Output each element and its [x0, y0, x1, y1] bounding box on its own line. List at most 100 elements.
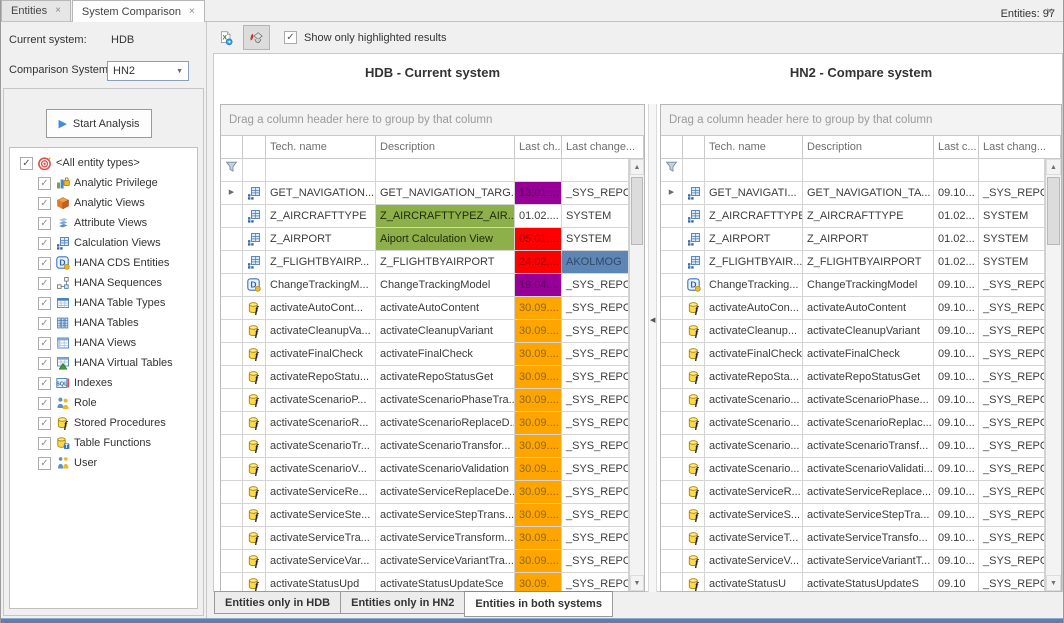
tree-item-attribute-views[interactable]: ✓Attribute Views: [10, 213, 197, 233]
table-row[interactable]: factivateCleanup...activateCleanupVarian…: [661, 320, 1061, 343]
tree-item-analytic-views[interactable]: ✓Analytic Views: [10, 193, 197, 213]
table-row[interactable]: factivateServiceR...activateServiceRepla…: [661, 481, 1061, 504]
column-header[interactable]: Tech. name: [705, 136, 803, 159]
column-header[interactable]: Last change...: [562, 136, 644, 159]
result-tab-entities-in-both-systems[interactable]: Entities in both systems: [464, 591, 613, 617]
checkbox[interactable]: ✓: [38, 457, 51, 470]
checkbox[interactable]: ✓: [38, 297, 51, 310]
table-row[interactable]: Z_FLIGHTBYAIRP...Z_FLIGHTBYAIRPORT24.02.…: [221, 251, 644, 274]
filter-cell[interactable]: [934, 159, 979, 182]
tree-item-hana-table-types[interactable]: ✓HANA Table Types: [10, 293, 197, 313]
checkbox[interactable]: ✓: [38, 217, 51, 230]
show-only-highlighted-checkbox[interactable]: ✓: [284, 31, 297, 44]
start-analysis-button[interactable]: ▶ Start Analysis: [46, 109, 152, 138]
expand-row-icon[interactable]: ▶: [661, 182, 683, 205]
document-tab-system-comparison[interactable]: System Comparison×: [72, 0, 205, 22]
table-row[interactable]: factivateScenarioR...activateScenarioRep…: [221, 412, 644, 435]
filter-cell[interactable]: [979, 159, 1045, 182]
table-row[interactable]: factivateServiceTra...activateServiceTra…: [221, 527, 644, 550]
checkbox[interactable]: ✓: [38, 337, 51, 350]
tree-item-user[interactable]: ✓User: [10, 453, 197, 473]
table-row[interactable]: factivateScenarioV...activateScenarioVal…: [221, 458, 644, 481]
panel-splitter[interactable]: ◀: [648, 104, 657, 592]
table-row[interactable]: ▶GET_NAVIGATI...GET_NAVIGATION_TA...09.1…: [661, 182, 1061, 205]
checkbox[interactable]: ✓: [38, 417, 51, 430]
checkbox[interactable]: ✓: [38, 397, 51, 410]
scrollbar-thumb[interactable]: [1047, 177, 1060, 245]
table-row[interactable]: factivateScenarioTr...activateScenarioTr…: [221, 435, 644, 458]
table-row[interactable]: factivateServiceSte...activateServiceSte…: [221, 504, 644, 527]
table-row[interactable]: factivateScenarioP...activateScenarioPha…: [221, 389, 644, 412]
table-row[interactable]: factivateAutoCont...activateAutoContent3…: [221, 297, 644, 320]
filter-icon-cell[interactable]: [221, 159, 243, 182]
document-tab-entities[interactable]: Entities×: [1, 0, 71, 21]
tree-item-stored-procedures[interactable]: ✓fStored Procedures: [10, 413, 197, 433]
checkbox[interactable]: ✓: [38, 177, 51, 190]
filter-cell[interactable]: [376, 159, 515, 182]
tree-item-role[interactable]: ✓Role: [10, 393, 197, 413]
tree-item-hana-sequences[interactable]: ✓HANA Sequences: [10, 273, 197, 293]
column-header[interactable]: Last ch...: [515, 136, 562, 159]
tree-item-analytic-privilege[interactable]: ✓Analytic Privilege: [10, 173, 197, 193]
tree-item--all-entity-types-[interactable]: ✓<All entity types>: [10, 153, 197, 173]
table-row[interactable]: factivateScenario...activateScenarioRepl…: [661, 412, 1061, 435]
checkbox[interactable]: ✓: [38, 357, 51, 370]
table-row[interactable]: DChangeTracking...ChangeTrackingModel09.…: [661, 274, 1061, 297]
checkbox[interactable]: ✓: [38, 277, 51, 290]
result-tab-entities-only-in-hdb[interactable]: Entities only in HDB: [214, 591, 341, 614]
checkbox[interactable]: ✓: [38, 317, 51, 330]
table-row[interactable]: factivateScenario...activateScenarioPhas…: [661, 389, 1061, 412]
expand-row-icon[interactable]: ▶: [221, 182, 243, 205]
column-header[interactable]: Last chang...: [979, 136, 1061, 159]
vertical-scrollbar[interactable]: ▲▼: [1045, 159, 1061, 591]
table-row[interactable]: factivateServiceVar...activateServiceVar…: [221, 550, 644, 573]
tree-item-hana-views[interactable]: ✓HANA Views: [10, 333, 197, 353]
vertical-scrollbar[interactable]: ▲▼: [629, 159, 644, 591]
column-header[interactable]: Tech. name: [266, 136, 376, 159]
tree-item-table-functions[interactable]: ✓TTable Functions: [10, 433, 197, 453]
export-to-excel-button[interactable]: X: [212, 25, 239, 50]
filter-icon-cell[interactable]: [661, 159, 683, 182]
tree-item-hana-tables[interactable]: ✓HANA Tables: [10, 313, 197, 333]
close-icon[interactable]: ×: [189, 7, 195, 17]
filter-cell[interactable]: [683, 159, 705, 182]
scroll-down-icon[interactable]: ▼: [630, 575, 644, 591]
checkbox[interactable]: ✓: [38, 197, 51, 210]
tree-item-hana-virtual-tables[interactable]: ✓HANA Virtual Tables: [10, 353, 197, 373]
scroll-up-icon[interactable]: ▲: [1046, 159, 1061, 175]
filter-cell[interactable]: [562, 159, 629, 182]
table-row[interactable]: factivateServiceS...activateServiceStepT…: [661, 504, 1061, 527]
checkbox[interactable]: ✓: [38, 437, 51, 450]
table-row[interactable]: ▶GET_NAVIGATION...GET_NAVIGATION_TARG...…: [221, 182, 644, 205]
table-row[interactable]: factivateCleanupVa...activateCleanupVari…: [221, 320, 644, 343]
table-row[interactable]: Z_AIRCRAFTTYPEZ_AIRCRAFTTYPEZ_AIR...01.0…: [221, 205, 644, 228]
table-row[interactable]: factivateServiceV...activateServiceVaria…: [661, 550, 1061, 573]
checkbox[interactable]: ✓: [38, 237, 51, 250]
result-tab-entities-only-in-hn2[interactable]: Entities only in HN2: [340, 591, 465, 614]
table-row[interactable]: factivateServiceRe...activateServiceRepl…: [221, 481, 644, 504]
filter-cell[interactable]: [803, 159, 934, 182]
table-row[interactable]: factivateScenario...activateScenarioTran…: [661, 435, 1061, 458]
tree-item-hana-cds-entities[interactable]: ✓DHANA CDS Entities: [10, 253, 197, 273]
tree-item-calculation-views[interactable]: ✓Calculation Views: [10, 233, 197, 253]
table-row[interactable]: Z_AIRPORTAiport Calculation View05.01...…: [221, 228, 644, 251]
filter-cell[interactable]: [266, 159, 376, 182]
comparison-system-select[interactable]: HN2 ▼: [107, 61, 189, 81]
filter-cell[interactable]: [515, 159, 562, 182]
table-row[interactable]: DChangeTrackingM...ChangeTrackingModel19…: [221, 274, 644, 297]
filter-cell[interactable]: [705, 159, 803, 182]
table-row[interactable]: Z_AIRCRAFTTYPEZ_AIRCRAFTTYPE01.02...SYST…: [661, 205, 1061, 228]
table-row[interactable]: factivateAutoCon...activateAutoContent09…: [661, 297, 1061, 320]
checkbox[interactable]: ✓: [20, 157, 33, 170]
table-row[interactable]: factivateScenario...activateScenarioVali…: [661, 458, 1061, 481]
column-header[interactable]: Description: [376, 136, 515, 159]
checkbox[interactable]: ✓: [38, 257, 51, 270]
column-header[interactable]: Last c...: [934, 136, 979, 159]
highlight-toggle-button[interactable]: [243, 25, 270, 50]
scrollbar-thumb[interactable]: [631, 177, 643, 245]
filter-cell[interactable]: [243, 159, 266, 182]
tree-item-indexes[interactable]: ✓SQLIndexes: [10, 373, 197, 393]
column-header[interactable]: Description: [803, 136, 934, 159]
table-row[interactable]: Z_AIRPORTZ_AIRPORT01.02...SYSTEM: [661, 228, 1061, 251]
table-row[interactable]: factivateStatusUactivateStatusUpdateS09.…: [661, 573, 1061, 592]
